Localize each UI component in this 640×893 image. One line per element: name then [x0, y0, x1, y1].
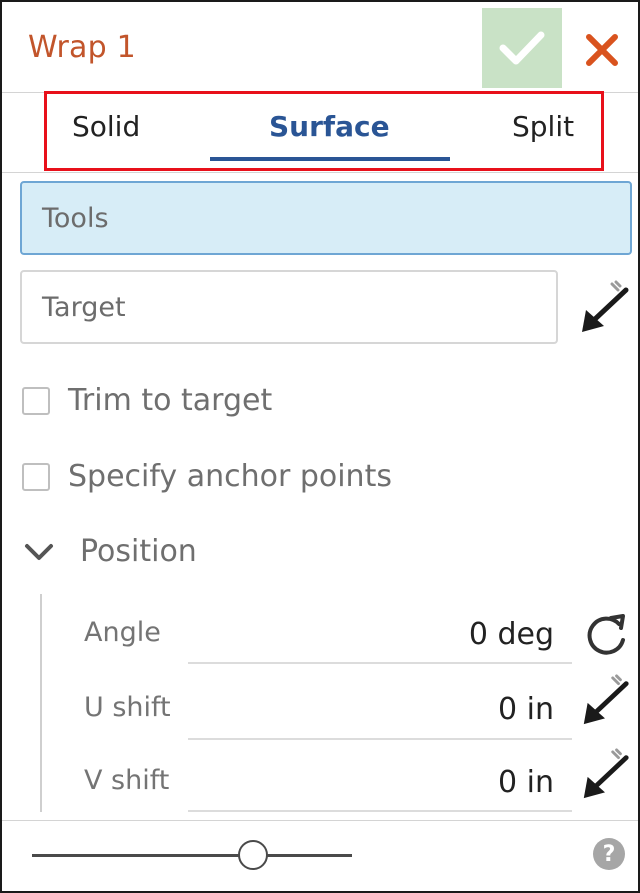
- feature-dialog: Wrap 1 Solid Surface Split Tools Target …: [0, 0, 640, 893]
- chevron-down-icon: [25, 543, 53, 560]
- close-button[interactable]: [574, 22, 630, 78]
- help-icon[interactable]: ?: [593, 838, 625, 870]
- target-selection-field[interactable]: Target: [20, 270, 558, 344]
- trim-to-target-label: Trim to target: [68, 383, 273, 418]
- active-tab-indicator: [210, 157, 450, 161]
- angle-value[interactable]: 0 deg: [469, 617, 554, 652]
- tools-selection-field[interactable]: Tools: [20, 181, 632, 255]
- dialog-title: Wrap 1: [28, 30, 136, 65]
- tools-field-label: Tools: [42, 203, 109, 234]
- v-shift-value[interactable]: 0 in: [498, 765, 554, 800]
- trim-to-target-option[interactable]: Trim to target: [22, 383, 272, 418]
- trim-to-target-checkbox[interactable]: [22, 386, 50, 415]
- section-tree-line: [40, 594, 42, 812]
- selection-arrow-icon[interactable]: [578, 674, 632, 728]
- u-shift-value[interactable]: 0 in: [498, 692, 554, 727]
- rotate-icon[interactable]: [579, 608, 633, 662]
- close-icon: [586, 34, 618, 66]
- u-shift-label: U shift: [84, 692, 171, 723]
- tab-surface[interactable]: Surface: [269, 110, 390, 143]
- v-shift-label: V shift: [84, 765, 170, 796]
- v-shift-field-underline: [188, 810, 572, 812]
- position-section-label: Position: [80, 534, 197, 569]
- tabs-divider: [2, 172, 638, 173]
- confirm-button[interactable]: [482, 8, 562, 88]
- selection-arrow-icon[interactable]: [576, 280, 632, 336]
- angle-field-underline: [188, 662, 572, 664]
- zoom-slider-thumb[interactable]: [238, 840, 268, 870]
- tab-split[interactable]: Split: [512, 110, 574, 143]
- check-icon: [499, 31, 545, 65]
- angle-label: Angle: [84, 617, 161, 648]
- specify-anchor-points-checkbox[interactable]: [22, 462, 50, 491]
- footer-divider: [2, 820, 638, 821]
- specify-anchor-points-option[interactable]: Specify anchor points: [22, 459, 392, 494]
- specify-anchor-points-label: Specify anchor points: [68, 459, 392, 494]
- position-section-header[interactable]: Position: [24, 534, 197, 569]
- u-shift-field-underline: [188, 738, 572, 740]
- selection-arrow-icon[interactable]: [578, 748, 632, 802]
- target-field-label: Target: [42, 292, 126, 323]
- zoom-slider-track[interactable]: [32, 854, 352, 857]
- tab-solid[interactable]: Solid: [72, 110, 140, 143]
